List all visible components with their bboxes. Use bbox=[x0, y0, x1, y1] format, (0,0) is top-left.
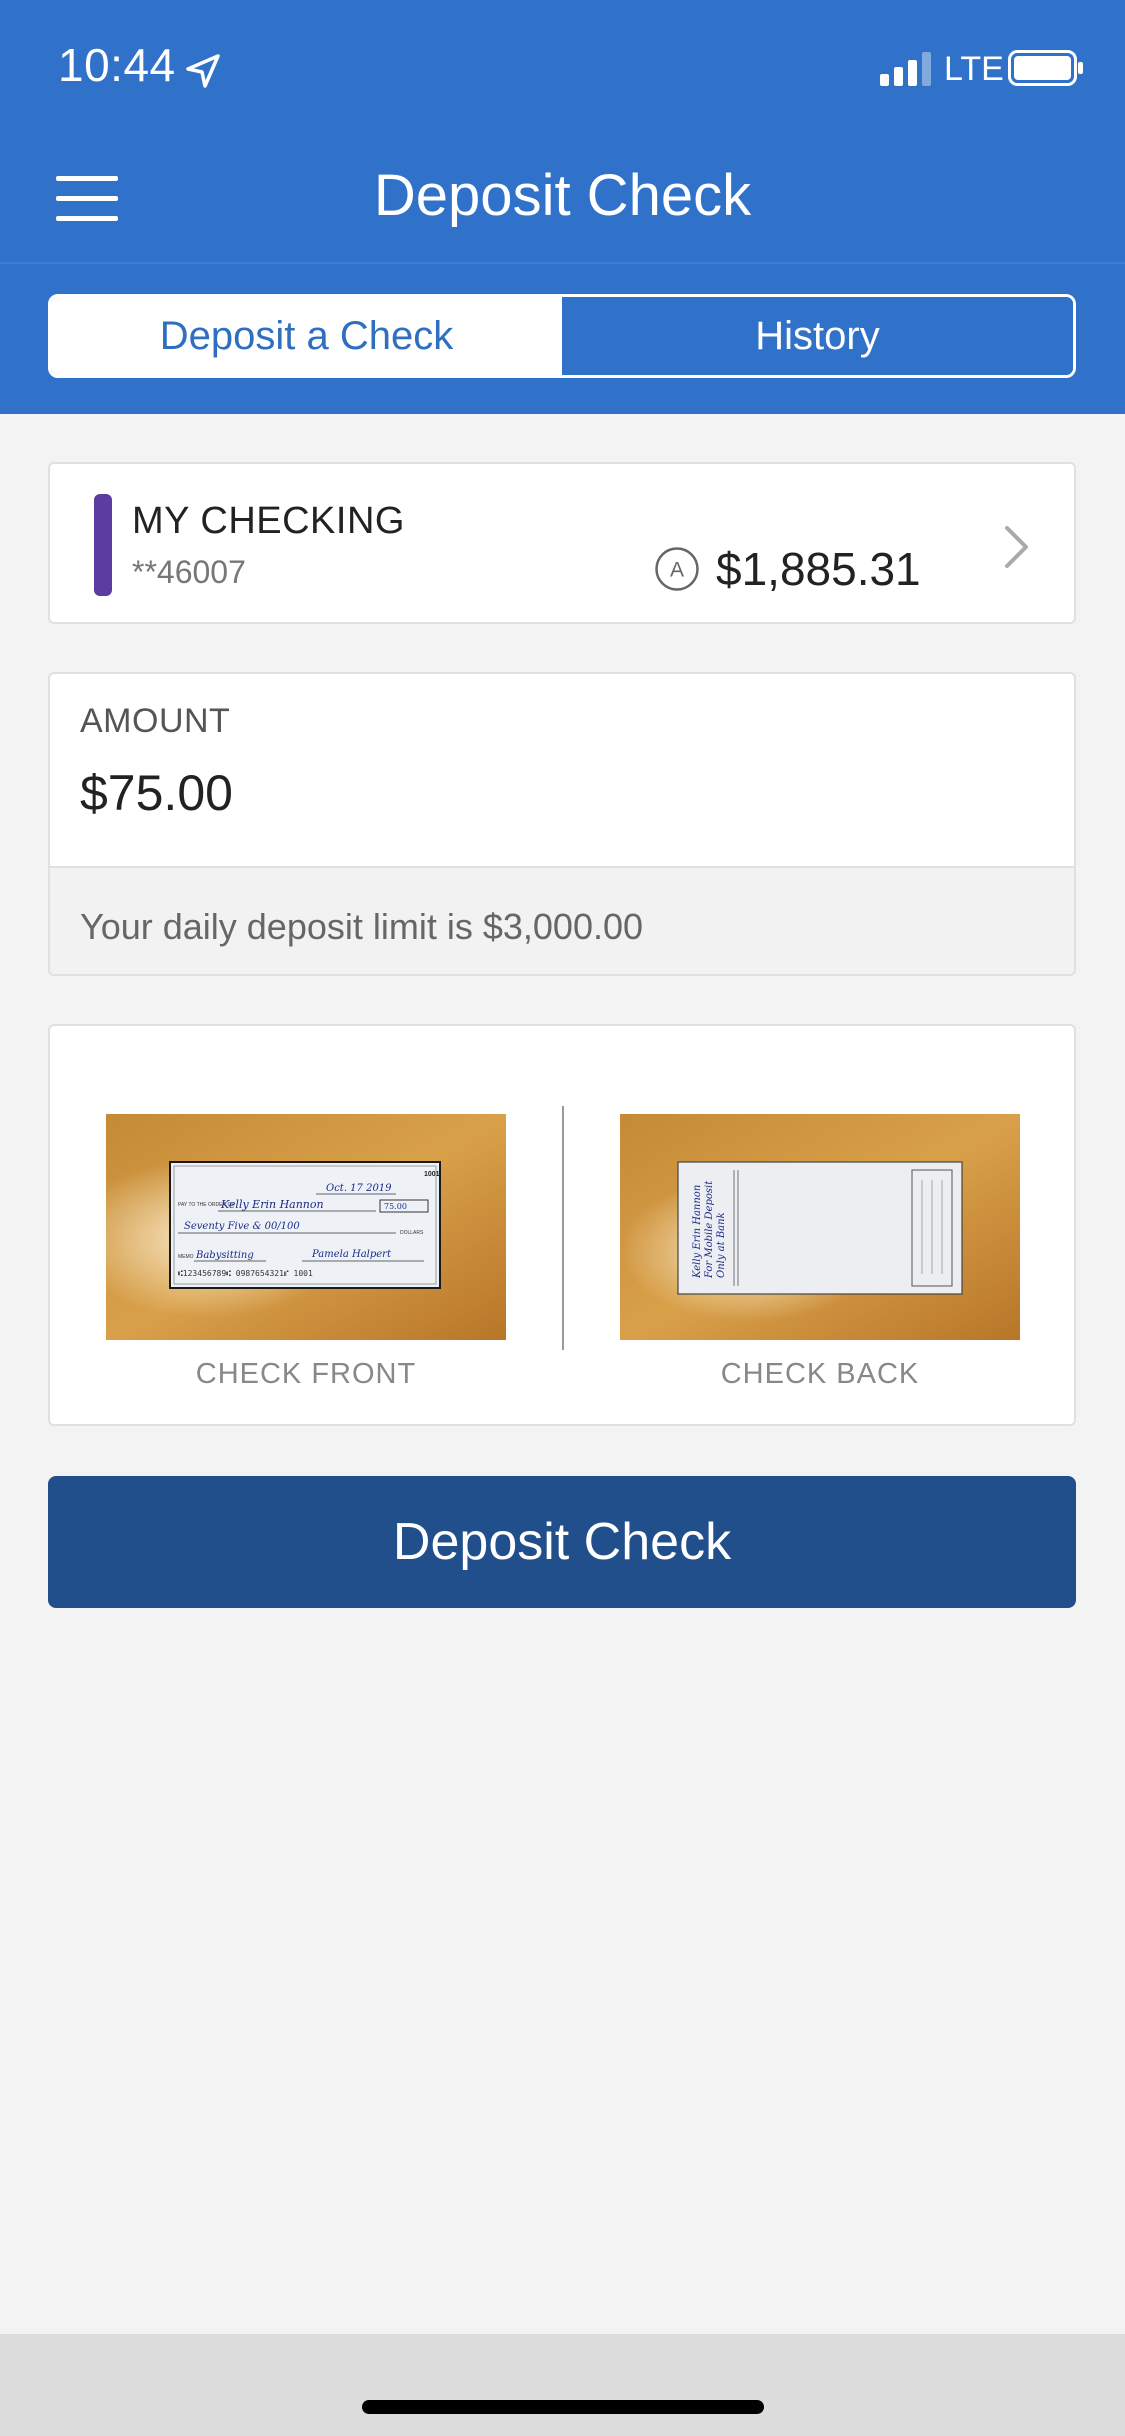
signal-icon bbox=[880, 52, 931, 86]
amount-label: AMOUNT bbox=[80, 702, 231, 740]
amount-card: AMOUNT Your daily deposit limit is $3,00… bbox=[48, 672, 1076, 976]
account-color-bar bbox=[94, 494, 112, 596]
location-arrow-icon bbox=[186, 54, 220, 88]
memo-caption: MEMO bbox=[178, 1254, 194, 1260]
tab-history[interactable]: History bbox=[562, 297, 1073, 375]
deposit-limit-bar: Your daily deposit limit is $3,000.00 bbox=[50, 866, 1074, 974]
endorsement-line-3: Only at Bank bbox=[716, 1212, 727, 1278]
amount-input[interactable] bbox=[80, 764, 980, 822]
chevron-right-icon bbox=[1005, 526, 1028, 568]
dollars-caption: DOLLARS bbox=[400, 1230, 424, 1236]
account-name: MY CHECKING bbox=[132, 500, 405, 542]
check-amount-words: Seventy Five & 00/100 bbox=[184, 1221, 300, 1232]
available-balance-icon: A bbox=[655, 547, 699, 591]
check-amount-box: 75.00 bbox=[384, 1202, 407, 1211]
check-number: 1001 bbox=[424, 1171, 440, 1178]
deposit-check-screen: 10:44 LTE Deposit Check Deposit a Check … bbox=[0, 0, 1125, 2436]
check-back-image[interactable]: Kelly Erin Hannon For Mobile Deposit Onl… bbox=[620, 1114, 1020, 1340]
deposit-tabs: Deposit a Check History bbox=[48, 294, 1076, 378]
check-images-card: 1001 Oct. 17 2019 PAY TO THE ORDER OF Ke… bbox=[48, 1024, 1076, 1426]
tab-deposit-a-check[interactable]: Deposit a Check bbox=[51, 297, 562, 375]
image-divider bbox=[562, 1106, 564, 1350]
endorsement-line-2: For Mobile Deposit bbox=[704, 1180, 715, 1279]
deposit-limit-text: Your daily deposit limit is $3,000.00 bbox=[80, 906, 644, 947]
home-indicator[interactable] bbox=[362, 2400, 764, 2414]
network-type: LTE bbox=[944, 50, 1004, 88]
account-number: **46007 bbox=[132, 554, 246, 590]
check-front-label: CHECK FRONT bbox=[195, 1358, 417, 1390]
status-bar: 10:44 LTE bbox=[0, 0, 1125, 132]
app-header: 10:44 LTE Deposit Check Deposit a Check … bbox=[0, 0, 1125, 414]
home-indicator-area bbox=[0, 2334, 1125, 2436]
check-signature: Pamela Halpert bbox=[311, 1249, 392, 1260]
check-payee: Kelly Erin Hannon bbox=[220, 1198, 324, 1211]
page-title: Deposit Check bbox=[373, 163, 752, 228]
nav-bar: Deposit Check bbox=[0, 132, 1125, 264]
check-micr-line: ⑆123456789⑆ 0987654321⑈ 1001 bbox=[178, 1269, 313, 1278]
account-balance: $1,885.31 bbox=[716, 543, 921, 595]
account-selector[interactable]: MY CHECKING **46007 A $1,885.31 bbox=[48, 462, 1076, 624]
endorsement-line-1: Kelly Erin Hannon bbox=[692, 1185, 703, 1279]
check-front-image[interactable]: 1001 Oct. 17 2019 PAY TO THE ORDER OF Ke… bbox=[106, 1114, 506, 1340]
battery-icon bbox=[1008, 50, 1083, 86]
check-back-label: CHECK BACK bbox=[720, 1358, 920, 1390]
deposit-check-button[interactable]: Deposit Check bbox=[48, 1476, 1076, 1608]
check-memo: Babysitting bbox=[195, 1250, 254, 1261]
available-balance-letter: A bbox=[670, 559, 684, 582]
status-time: 10:44 bbox=[58, 39, 176, 91]
check-date: Oct. 17 2019 bbox=[326, 1183, 392, 1194]
